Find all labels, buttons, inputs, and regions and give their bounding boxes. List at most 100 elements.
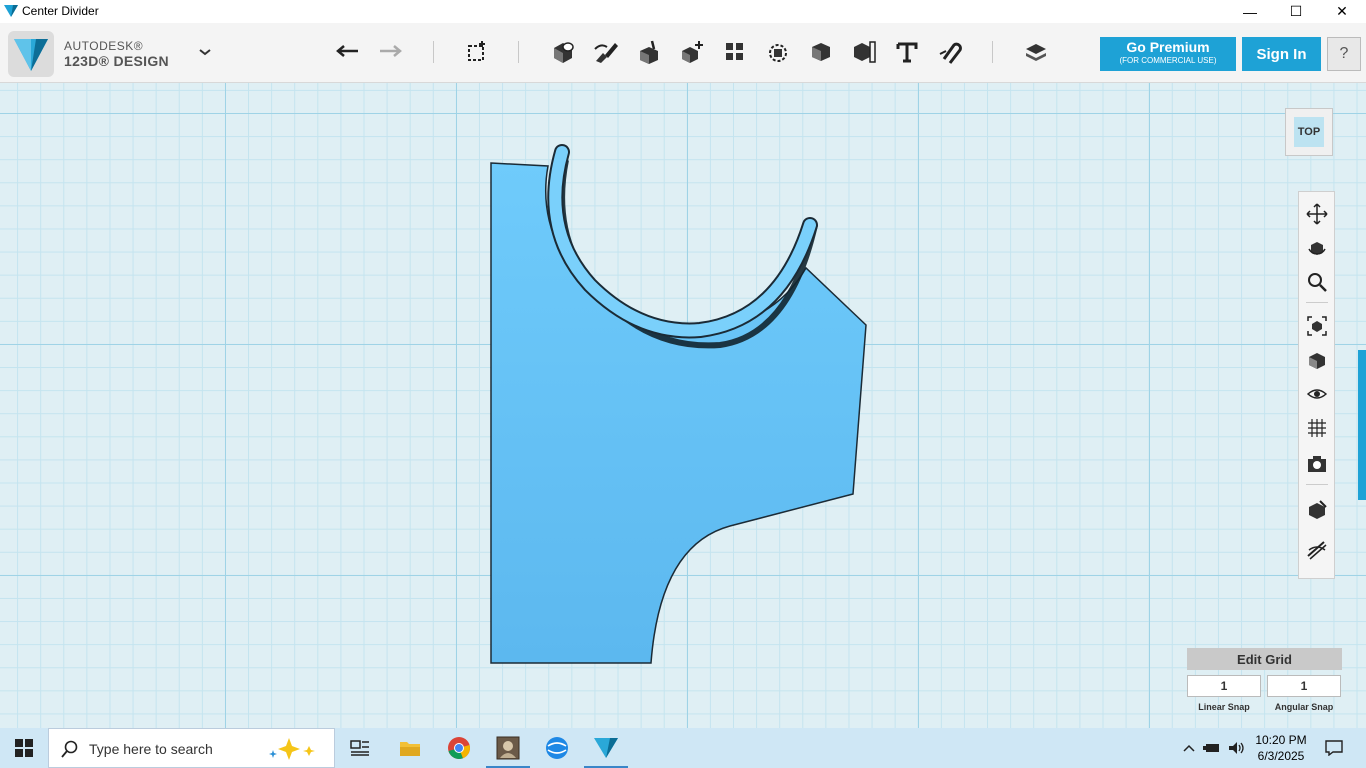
grid-icon <box>1308 419 1326 437</box>
grouping-icon <box>769 44 787 62</box>
task-view-button[interactable] <box>336 728 384 768</box>
browser-app-button[interactable] <box>533 728 581 768</box>
combine-button[interactable] <box>806 37 836 67</box>
linear-snap-label: Linear Snap <box>1198 702 1250 712</box>
edit-grid-button[interactable]: Edit Grid <box>1187 648 1342 670</box>
pan-button[interactable] <box>1305 202 1329 226</box>
battery-icon <box>1203 744 1219 752</box>
volume-icon <box>1229 742 1244 754</box>
sketch-button[interactable] <box>548 37 578 67</box>
toolbar-divider <box>518 41 519 63</box>
construct-icon <box>640 40 658 64</box>
chrome-icon <box>448 737 470 760</box>
sketch-tools-button[interactable] <box>591 37 621 67</box>
search-placeholder: Type here to search <box>89 741 213 757</box>
box-icon <box>554 42 574 63</box>
nav-divider <box>1306 484 1328 485</box>
app-menu-chevron[interactable] <box>190 37 220 67</box>
grouping-button[interactable] <box>763 37 793 67</box>
snap-icon <box>939 42 962 64</box>
tray-overflow-button[interactable] <box>1180 728 1198 768</box>
taskbar-search[interactable]: Type here to search <box>48 728 335 768</box>
design-canvas[interactable]: TOP <box>0 83 1366 728</box>
modify-icon <box>682 41 703 63</box>
123d-design-taskbar-button[interactable] <box>582 728 630 768</box>
construct-button[interactable] <box>634 37 664 67</box>
perspective-icon <box>1309 353 1325 369</box>
hide-show-button[interactable] <box>1305 538 1329 562</box>
visibility-button[interactable] <box>1305 382 1329 406</box>
fit-icon <box>1307 316 1327 336</box>
toolbar-divider <box>992 41 993 63</box>
close-button[interactable]: ✕ <box>1319 0 1365 23</box>
orbit-button[interactable] <box>1305 236 1329 260</box>
volume-button[interactable] <box>1226 728 1248 768</box>
navigation-bar <box>1298 191 1335 579</box>
camera-icon <box>1308 456 1326 472</box>
screenshot-button[interactable] <box>1305 452 1329 476</box>
sign-in-button[interactable]: Sign In <box>1242 37 1321 71</box>
chrome-button[interactable] <box>435 728 483 768</box>
combine-icon <box>812 43 830 61</box>
brand-line1: AUTODESK® <box>64 39 144 53</box>
material-view-icon <box>1309 500 1327 519</box>
side-panel-toggle[interactable] <box>1358 350 1366 500</box>
windows-logo-icon <box>15 739 33 757</box>
close-icon: ✕ <box>1336 3 1348 19</box>
modify-button[interactable] <box>677 37 707 67</box>
material-icon <box>1026 44 1046 61</box>
start-button[interactable] <box>0 728 48 768</box>
text-icon <box>896 42 918 63</box>
maximize-icon: ☐ <box>1289 3 1303 19</box>
chevron-up-icon <box>1183 744 1195 752</box>
go-premium-button[interactable]: Go Premium (FOR COMMERCIAL USE) <box>1100 37 1236 71</box>
maximize-button[interactable]: ☐ <box>1273 0 1319 23</box>
snap-button[interactable] <box>935 37 965 67</box>
view-cube[interactable]: TOP <box>1285 108 1333 156</box>
primitives-icon <box>468 41 485 61</box>
primitives-button[interactable] <box>462 37 492 67</box>
angular-snap-field[interactable]: 1 <box>1267 675 1341 697</box>
title-bar: Center Divider — ☐ ✕ <box>0 0 1366 23</box>
search-icon <box>61 740 78 758</box>
measure-icon <box>854 41 876 63</box>
pattern-icon <box>726 43 743 60</box>
file-explorer-button[interactable] <box>386 728 434 768</box>
undo-icon <box>336 45 358 57</box>
pattern-button[interactable] <box>720 37 750 67</box>
fit-button[interactable] <box>1305 314 1329 338</box>
main-toolbar: AUTODESK® 123D® DESIGN Go Premium (FOR C… <box>0 23 1366 83</box>
hide-sketch-icon <box>1307 541 1327 560</box>
center-divider-part[interactable] <box>0 83 1366 728</box>
notification-icon <box>1325 740 1343 756</box>
logo-icon <box>8 31 54 77</box>
text-button[interactable] <box>892 37 922 67</box>
clock[interactable]: 10:20 PM 6/3/2025 <box>1253 732 1309 764</box>
nav-divider <box>1306 302 1328 303</box>
redo-button[interactable] <box>375 37 405 67</box>
material-view-button[interactable] <box>1305 498 1329 522</box>
view-cube-top-face[interactable]: TOP <box>1294 117 1324 147</box>
photo-app-button[interactable] <box>484 728 532 768</box>
eye-icon <box>1306 389 1328 399</box>
battery-button[interactable] <box>1202 728 1222 768</box>
globe-icon <box>546 737 568 759</box>
zoom-button[interactable] <box>1305 270 1329 294</box>
premium-sublabel: (FOR COMMERCIAL USE) <box>1119 56 1217 65</box>
premium-label: Go Premium <box>1126 39 1210 55</box>
measure-button[interactable] <box>849 37 879 67</box>
help-button[interactable]: ? <box>1327 37 1361 71</box>
sparkle-icon <box>269 738 315 760</box>
perspective-button[interactable] <box>1305 348 1329 372</box>
minimize-button[interactable]: — <box>1227 0 1273 23</box>
angular-snap-label: Angular Snap <box>1274 702 1334 712</box>
grid-view-button[interactable] <box>1305 416 1329 440</box>
notifications-button[interactable] <box>1318 728 1350 768</box>
portrait-icon <box>496 736 520 760</box>
material-button[interactable] <box>1021 37 1051 67</box>
app-menu-logo[interactable] <box>8 31 54 82</box>
linear-snap-field[interactable]: 1 <box>1187 675 1261 697</box>
undo-button[interactable] <box>333 37 363 67</box>
sketch-icon <box>594 43 618 63</box>
folder-icon <box>400 742 420 756</box>
